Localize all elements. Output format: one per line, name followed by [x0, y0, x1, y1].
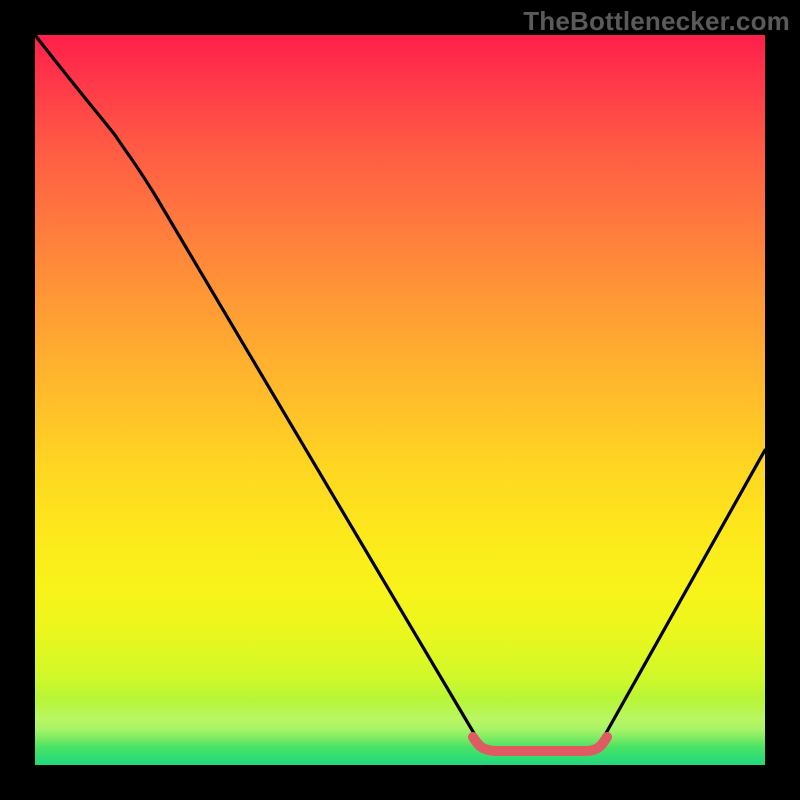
bottleneck-curve [35, 35, 765, 765]
chart-container: TheBottlenecker.com [0, 0, 800, 800]
curve-path [35, 35, 765, 750]
trough-marker [473, 737, 607, 751]
plot-area [35, 35, 765, 765]
watermark: TheBottlenecker.com [523, 6, 790, 37]
